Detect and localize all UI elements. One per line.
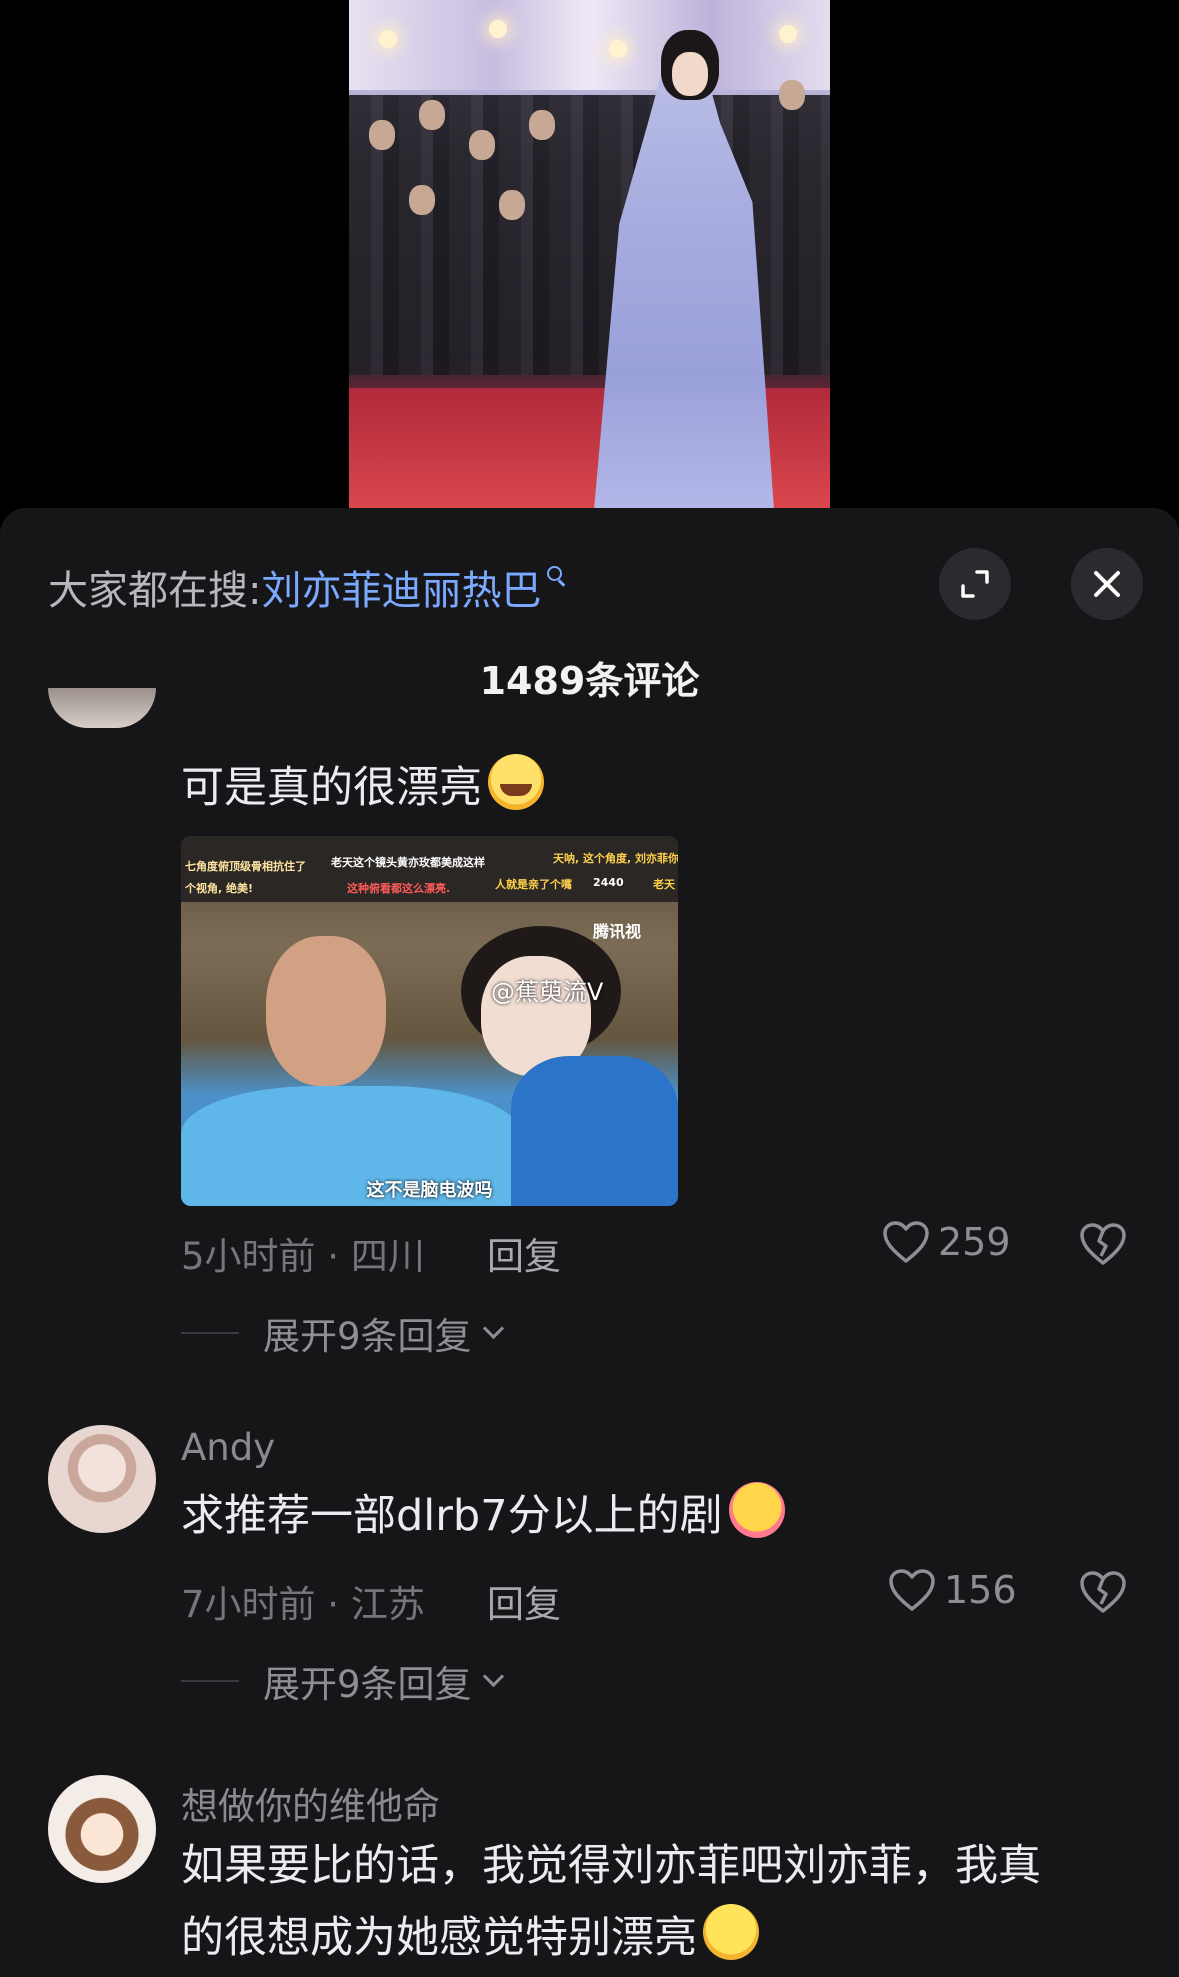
video-person	[419, 100, 445, 130]
divider-line	[181, 1332, 239, 1334]
comment-time-location: 5小时前 · 四川	[181, 1235, 425, 1278]
close-icon	[1094, 571, 1120, 597]
video-person	[499, 190, 525, 220]
image-overlay-text: 老天这个镜头黄亦玫都美成这样	[331, 856, 485, 869]
video-lamp	[779, 25, 797, 43]
reply-button[interactable]: 回复	[487, 1574, 561, 1628]
image-logo-text: 腾讯视	[593, 922, 642, 941]
comment-text: 可是真的很漂亮	[181, 752, 544, 824]
video-lamp	[489, 20, 507, 38]
image-overlay-text: 七角度俯顶级骨相抗住了	[185, 860, 306, 873]
like-button[interactable]: 259	[882, 1220, 1011, 1264]
broken-heart-icon	[1080, 1571, 1126, 1613]
image-overlay-text: 天呐, 这个角度, 刘亦菲你太太	[553, 852, 678, 865]
video-person	[369, 120, 395, 150]
expand-icon	[961, 570, 989, 598]
video-person	[469, 130, 495, 160]
video-player[interactable]	[0, 0, 1179, 510]
dislike-button[interactable]	[1079, 1570, 1127, 1618]
image-subtitle: 这不是脑电波吗	[366, 1180, 493, 1201]
divider-line	[181, 1680, 239, 1682]
comment-text-content: 的很想成为她感觉特别漂亮	[181, 1913, 697, 1963]
hugging-face-icon	[728, 1482, 785, 1538]
video-face	[672, 52, 708, 96]
broken-heart-icon	[1080, 1223, 1126, 1265]
expand-replies-label: 展开9条回复	[263, 1663, 472, 1706]
comment-text-line: 如果要比的话，我觉得刘亦菲吧刘亦菲，我真	[181, 1841, 1041, 1891]
chevron-down-icon	[482, 1665, 504, 1687]
crying-face-icon	[488, 754, 544, 810]
dislike-button[interactable]	[1079, 1222, 1127, 1270]
image-man-face	[266, 936, 386, 1086]
video-frame[interactable]	[349, 0, 830, 508]
search-keyword-link[interactable]: 刘亦菲迪丽热巴	[261, 558, 541, 616]
comment-time-location: 7小时前 · 江苏	[181, 1583, 425, 1626]
username[interactable]: 想做你的维他命	[181, 1776, 440, 1830]
avatar[interactable]	[48, 1775, 156, 1883]
video-person	[409, 185, 435, 215]
search-prefix: 大家都在搜:	[48, 568, 262, 614]
comment-text-content: 求推荐一部dlrb7分以上的剧	[181, 1491, 723, 1541]
like-button[interactable]: 156	[888, 1568, 1017, 1612]
username[interactable]: Andy	[181, 1426, 275, 1469]
reply-button[interactable]: 回复	[487, 1226, 561, 1280]
image-overlay-text: 人就是亲了个嘴	[495, 878, 572, 891]
image-overlay-text: 2440	[593, 876, 624, 889]
image-overlay-text: 个视角, 绝美!	[185, 882, 254, 895]
expand-replies-button[interactable]: 展开9条回复	[181, 1306, 504, 1360]
comment-count-title: 1489条评论	[479, 659, 700, 703]
search-icon[interactable]	[547, 566, 567, 586]
comment-text: 求推荐一部dlrb7分以上的剧	[181, 1480, 785, 1552]
smirking-face-icon	[703, 1904, 759, 1960]
expand-replies-button[interactable]: 展开9条回复	[181, 1654, 504, 1708]
close-button[interactable]	[1071, 548, 1143, 620]
expand-button[interactable]	[939, 548, 1011, 620]
video-lamp	[379, 30, 397, 48]
heart-icon	[883, 1221, 929, 1263]
like-count: 259	[938, 1220, 1011, 1264]
avatar[interactable]	[48, 688, 156, 728]
image-overlay-text: 这种俯看都这么漂亮.	[347, 882, 451, 895]
video-ceiling	[349, 0, 830, 90]
comment-sheet: 大家都在搜: 刘亦菲迪丽热巴 1489条评论 可是真的很漂亮 七角度俯顶级骨相抗…	[0, 508, 1179, 1977]
image-overlay-text: 老天	[653, 878, 675, 891]
avatar[interactable]	[48, 1425, 156, 1533]
heart-icon	[889, 1569, 935, 1611]
expand-replies-label: 展开9条回复	[263, 1315, 472, 1358]
like-count: 156	[944, 1568, 1017, 1612]
video-lamp	[609, 40, 627, 58]
comment-text: 的很想成为她感觉特别漂亮	[181, 1902, 759, 1974]
image-watermark: @蕉萸流V	[491, 978, 604, 1006]
search-suggestion[interactable]: 大家都在搜: 刘亦菲迪丽热巴	[48, 552, 879, 622]
video-person	[529, 110, 555, 140]
video-person	[779, 80, 805, 110]
comment-image[interactable]: 七角度俯顶级骨相抗住了 老天这个镜头黄亦玫都美成这样 天呐, 这个角度, 刘亦菲…	[181, 836, 678, 1206]
chevron-down-icon	[482, 1317, 504, 1339]
comment-text-content: 可是真的很漂亮	[181, 763, 482, 813]
